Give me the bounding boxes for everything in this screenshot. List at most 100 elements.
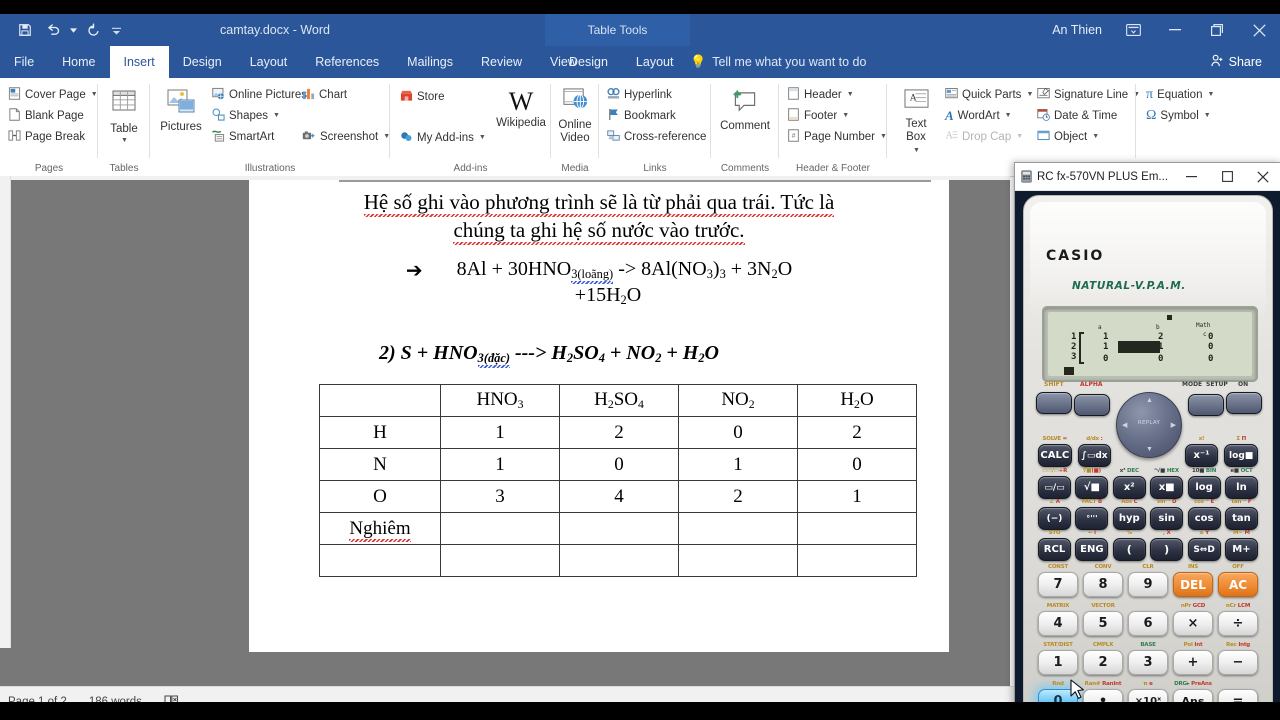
qat-more-icon[interactable]	[108, 17, 124, 43]
ribbon-item-pictures[interactable]: Pictures	[158, 84, 204, 133]
square-key[interactable]: x³ DEC x²	[1112, 468, 1146, 499]
table-header-cell-hno3[interactable]: HNO3	[440, 384, 560, 418]
fraction-key[interactable]: ▭▭/▭÷R ▭/▭	[1038, 468, 1071, 499]
exponent-key[interactable]: π e ×10ˣ	[1128, 681, 1168, 702]
tab-references[interactable]: References	[301, 46, 393, 78]
chevron-down-icon[interactable]: ▼	[1005, 112, 1012, 119]
key-5[interactable]: VECTOR 5	[1083, 603, 1123, 636]
equals-key[interactable]: =	[1218, 689, 1258, 702]
rcl-key[interactable]: STO RCL	[1038, 530, 1071, 561]
ans-key[interactable]: DRG▸ PreAns Ans	[1173, 681, 1213, 702]
undo-dropdown-icon[interactable]	[68, 17, 78, 43]
cos-key[interactable]: cos⁻¹ E cos	[1187, 499, 1221, 530]
row-label[interactable]: N	[319, 448, 441, 482]
minimize-icon[interactable]	[1173, 163, 1209, 190]
chevron-down-icon[interactable]: ▼	[1016, 133, 1023, 140]
cell[interactable]: 1	[440, 448, 560, 482]
ribbon-item-shapes[interactable]: Shapes ▼	[210, 105, 309, 126]
cell[interactable]: 1	[678, 448, 798, 482]
ribbon-display-options-icon[interactable]	[1112, 14, 1154, 46]
ribbon-item-header[interactable]: Header ▼	[785, 84, 889, 105]
cell[interactable]	[559, 544, 679, 578]
tab-layout[interactable]: Layout	[236, 46, 302, 78]
key-0[interactable]: Rnd 0	[1038, 681, 1078, 702]
ribbon-item-bookmark[interactable]: Bookmark	[605, 105, 708, 126]
table-header-cell-no2[interactable]: NO2	[678, 384, 798, 418]
tab-home[interactable]: Home	[48, 46, 109, 78]
log-key[interactable]: 10■ BIN log	[1187, 468, 1221, 499]
chevron-down-icon[interactable]: ▼	[121, 135, 128, 147]
chevron-down-icon[interactable]: ▼	[913, 144, 920, 157]
tab-design[interactable]: Design	[169, 46, 236, 78]
cell[interactable]	[678, 512, 798, 546]
ribbon-item-blank-page[interactable]: Blank Page	[6, 105, 100, 126]
cell[interactable]: 4	[559, 480, 679, 514]
cell[interactable]: 2	[797, 416, 917, 450]
row-label-nghiem[interactable]: Nghiêm	[319, 512, 441, 546]
document-page[interactable]: Hệ số ghi vào phương trình sẽ là từ phải…	[249, 180, 949, 652]
ribbon-item-screenshot[interactable]: Screenshot ▼	[300, 126, 392, 147]
key-9[interactable]: CLR 9	[1128, 564, 1168, 597]
row-label[interactable]: O	[319, 480, 441, 514]
minus-key[interactable]: Rec Intg −	[1218, 642, 1258, 675]
ribbon-item-page-number[interactable]: # Page Number ▼	[785, 126, 889, 147]
cell[interactable]	[678, 544, 798, 578]
save-icon[interactable]	[12, 17, 38, 43]
chevron-down-icon[interactable]: ▼	[1026, 91, 1033, 98]
integral-key[interactable]: d/dx : ∫▭dx	[1077, 436, 1112, 467]
ribbon-item-equation[interactable]: π Equation ▼	[1144, 84, 1216, 105]
hyp-key[interactable]: Abs C hyp	[1112, 499, 1146, 530]
user-account-name[interactable]: An Thien	[1052, 23, 1102, 37]
calculator-title-bar[interactable]: RC fx-570VN PLUS Em...	[1015, 163, 1280, 191]
document-canvas[interactable]: Hệ số ghi vào phương trình sẽ là từ phải…	[0, 176, 1010, 686]
cell[interactable]	[559, 512, 679, 546]
undo-icon[interactable]	[40, 17, 66, 43]
chevron-down-icon[interactable]: ▼	[842, 112, 849, 119]
share-button[interactable]: Share	[1200, 49, 1272, 74]
calc-key[interactable]: SOLVE = CALC	[1038, 436, 1072, 467]
minimize-icon[interactable]	[1154, 14, 1196, 46]
key-6[interactable]: 6	[1128, 611, 1168, 636]
ribbon-item-store[interactable]: Store	[398, 86, 488, 107]
ribbon-item-quick-parts[interactable]: Quick Parts ▼	[943, 84, 1035, 105]
ribbon-item-online-pictures[interactable]: Online Pictures	[210, 84, 309, 105]
ribbon-item-symbol[interactable]: Ω Symbol ▼	[1144, 105, 1216, 126]
tell-me-search[interactable]: 💡 Tell me what you want to do	[690, 46, 866, 78]
cell[interactable]: 0	[797, 448, 917, 482]
ln-key[interactable]: e■ OCT ln	[1224, 468, 1258, 499]
ribbon-item-wikipedia[interactable]: W Wikipedia	[495, 84, 547, 129]
multiply-key[interactable]: nPr GCD ×	[1173, 603, 1213, 636]
close-icon[interactable]	[1238, 14, 1280, 46]
divide-key[interactable]: nCr LCM ÷	[1218, 603, 1258, 636]
balance-table[interactable]: HNO3 H2SO4 NO2 H2O H 1 2 0 2 N 1 0 1 0 O…	[319, 384, 917, 578]
table-header-cell-h2so4[interactable]: H2SO4	[559, 384, 679, 418]
sin-key[interactable]: sin⁻¹ D sin	[1150, 499, 1184, 530]
table-header-cell-h2o[interactable]: H2O	[797, 384, 917, 418]
reciprocal-key[interactable]: x! x⁻¹	[1184, 436, 1219, 467]
ribbon-item-hyperlink[interactable]: Hyperlink	[605, 84, 708, 105]
ribbon-item-my-addins[interactable]: My Add-ins ▼	[398, 127, 488, 148]
key-4[interactable]: MATRIX 4	[1038, 603, 1078, 636]
ribbon-item-online-video[interactable]: Online Video	[551, 83, 599, 145]
ribbon-item-chart[interactable]: Chart	[300, 84, 392, 105]
cell[interactable]	[797, 512, 917, 546]
key-7[interactable]: CONST 7	[1038, 564, 1078, 597]
calculator-emulator-window[interactable]: RC fx-570VN PLUS Em... CASIO NATURAL-V.P…	[1014, 162, 1280, 702]
ribbon-item-text-box[interactable]: A Text Box ▼	[895, 84, 937, 157]
ribbon-item-cover-page[interactable]: Cover Page ▼	[6, 84, 100, 105]
chevron-down-icon[interactable]: ▼	[847, 91, 854, 98]
ribbon-item-comment[interactable]: Comment	[711, 86, 779, 132]
row-label[interactable]: H	[319, 416, 441, 450]
cell[interactable]: 2	[559, 416, 679, 450]
ribbon-item-drop-cap[interactable]: A Drop Cap ▼	[943, 126, 1035, 147]
page-indicator[interactable]: Page 1 of 2	[8, 696, 67, 702]
ribbon-item-page-break[interactable]: Page Break	[6, 126, 100, 147]
tab-review[interactable]: Review	[467, 46, 536, 78]
log-base-key[interactable]: Σ Π log■	[1224, 436, 1258, 467]
key-1[interactable]: STAT/DIST 1	[1038, 642, 1078, 675]
tab-table-layout[interactable]: Layout	[622, 46, 688, 78]
tab-file[interactable]: File	[0, 46, 49, 78]
chevron-down-icon[interactable]: ▼	[273, 112, 280, 119]
chevron-down-icon[interactable]: ▼	[479, 134, 486, 141]
tab-insert[interactable]: Insert	[109, 46, 169, 78]
